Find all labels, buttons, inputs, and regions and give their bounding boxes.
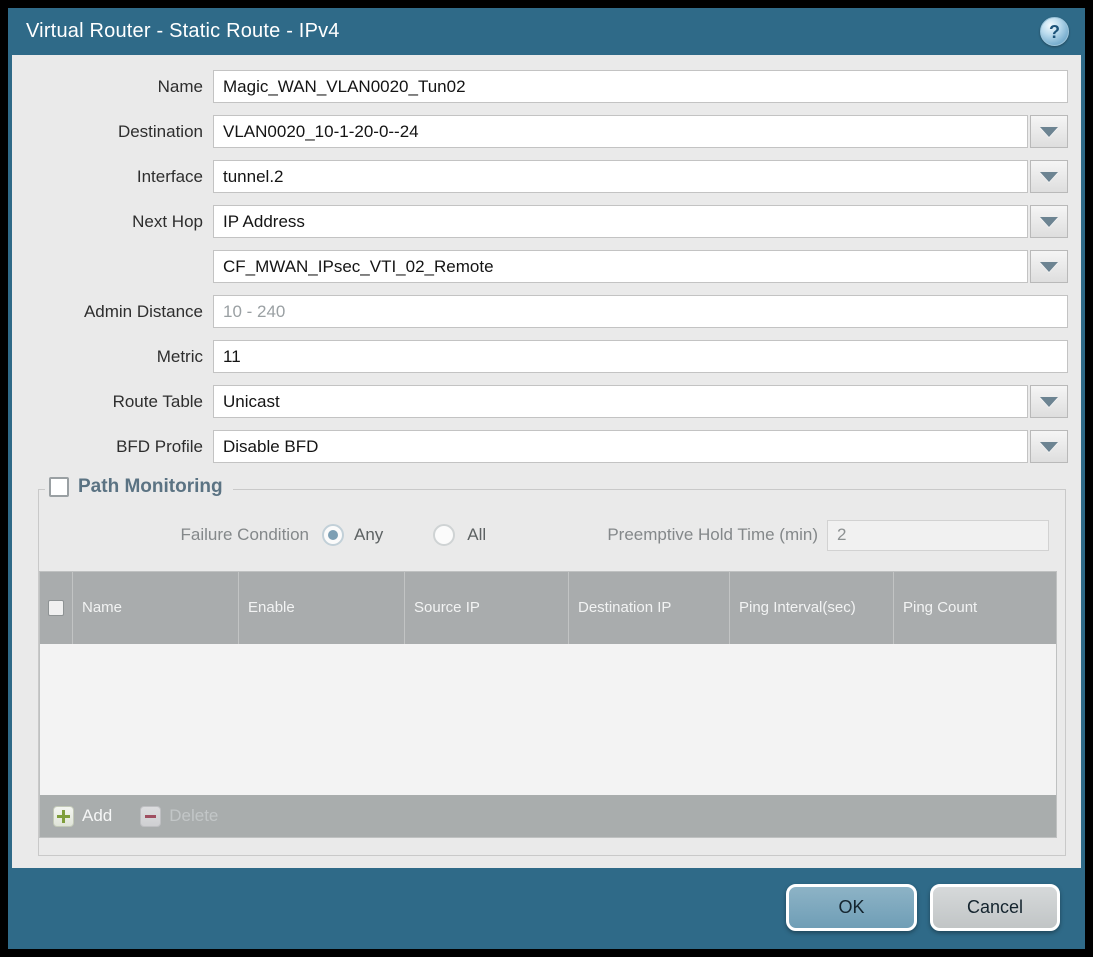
path-monitoring-table: Name Enable Source IP Destination IP Pin…	[39, 571, 1057, 838]
table-body-empty	[40, 644, 1056, 795]
content-panel: Name Destination Interface	[12, 55, 1081, 868]
failure-condition-all-radio	[433, 524, 455, 546]
route-table-dropdown-button[interactable]	[1030, 385, 1068, 418]
chevron-down-icon	[1040, 397, 1058, 407]
interface-dropdown-button[interactable]	[1030, 160, 1068, 193]
next-hop-address-dropdown-button[interactable]	[1030, 250, 1068, 283]
admin-distance-label: Admin Distance	[12, 302, 213, 322]
table-header: Name Enable Source IP Destination IP Pin…	[40, 572, 1056, 644]
failure-condition-any-radio	[322, 524, 344, 546]
chevron-down-icon	[1040, 172, 1058, 182]
help-icon: ?	[1049, 23, 1060, 41]
select-all-checkbox	[48, 600, 64, 616]
column-header-name: Name	[73, 572, 239, 644]
name-label: Name	[12, 77, 213, 97]
column-header-ping-interval: Ping Interval(sec)	[730, 572, 894, 644]
minus-icon	[140, 806, 161, 827]
destination-row: Destination	[12, 115, 1081, 148]
add-button-label: Add	[82, 806, 112, 826]
route-form: Name Destination Interface	[12, 55, 1081, 463]
column-header-enable: Enable	[239, 572, 405, 644]
title-bar: Virtual Router - Static Route - IPv4 ?	[8, 8, 1085, 55]
preemptive-hold-time-label: Preemptive Hold Time (min)	[607, 525, 827, 545]
delete-button-label: Delete	[169, 806, 218, 826]
metric-row: Metric	[12, 340, 1081, 373]
bfd-profile-dropdown-button[interactable]	[1030, 430, 1068, 463]
destination-label: Destination	[12, 122, 213, 142]
next-hop-address-input[interactable]	[213, 250, 1028, 283]
destination-input[interactable]	[213, 115, 1028, 148]
next-hop-address-row	[12, 250, 1081, 283]
path-monitoring-section: Path Monitoring Failure Condition Any Al…	[38, 489, 1066, 856]
column-header-ping-count: Ping Count	[894, 572, 1056, 644]
interface-label: Interface	[12, 167, 213, 187]
cancel-button[interactable]: Cancel	[930, 884, 1060, 931]
route-table-label: Route Table	[12, 392, 213, 412]
admin-distance-row: Admin Distance	[12, 295, 1081, 328]
failure-condition-row: Failure Condition Any All Preemptive Hol…	[39, 518, 1049, 552]
bfd-profile-input[interactable]	[213, 430, 1028, 463]
plus-icon	[53, 806, 74, 827]
next-hop-type-input[interactable]	[213, 205, 1028, 238]
chevron-down-icon	[1040, 127, 1058, 137]
add-button[interactable]: Add	[53, 806, 112, 827]
screenshot-root: { "dialog": { "title": "Virtual Router -…	[0, 0, 1093, 957]
static-route-dialog: Virtual Router - Static Route - IPv4 ? N…	[8, 8, 1085, 949]
name-row: Name	[12, 70, 1081, 103]
bfd-profile-row: BFD Profile	[12, 430, 1081, 463]
dialog-title: Virtual Router - Static Route - IPv4	[26, 20, 340, 43]
path-monitoring-title: Path Monitoring	[78, 476, 223, 498]
next-hop-dropdown-button[interactable]	[1030, 205, 1068, 238]
delete-button: Delete	[140, 806, 218, 827]
failure-condition-all-label: All	[467, 525, 486, 545]
failure-condition-any-label: Any	[354, 525, 383, 545]
column-header-source-ip: Source IP	[405, 572, 569, 644]
interface-row: Interface	[12, 160, 1081, 193]
metric-label: Metric	[12, 347, 213, 367]
column-header-destination-ip: Destination IP	[569, 572, 730, 644]
next-hop-label: Next Hop	[12, 212, 213, 232]
path-monitoring-checkbox[interactable]	[49, 477, 69, 497]
path-monitoring-legend: Path Monitoring	[45, 476, 233, 498]
destination-dropdown-button[interactable]	[1030, 115, 1068, 148]
admin-distance-input[interactable]	[213, 295, 1068, 328]
route-table-input[interactable]	[213, 385, 1028, 418]
table-toolbar: Add Delete	[40, 795, 1056, 837]
interface-input[interactable]	[213, 160, 1028, 193]
help-button[interactable]: ?	[1040, 17, 1069, 46]
chevron-down-icon	[1040, 262, 1058, 272]
name-input[interactable]	[213, 70, 1068, 103]
bfd-profile-label: BFD Profile	[12, 437, 213, 457]
next-hop-row: Next Hop	[12, 205, 1081, 238]
ok-button[interactable]: OK	[786, 884, 917, 931]
metric-input[interactable]	[213, 340, 1068, 373]
route-table-row: Route Table	[12, 385, 1081, 418]
chevron-down-icon	[1040, 217, 1058, 227]
preemptive-hold-time-input	[827, 520, 1049, 551]
failure-condition-label: Failure Condition	[39, 525, 309, 545]
chevron-down-icon	[1040, 442, 1058, 452]
select-all-cell	[40, 572, 73, 644]
